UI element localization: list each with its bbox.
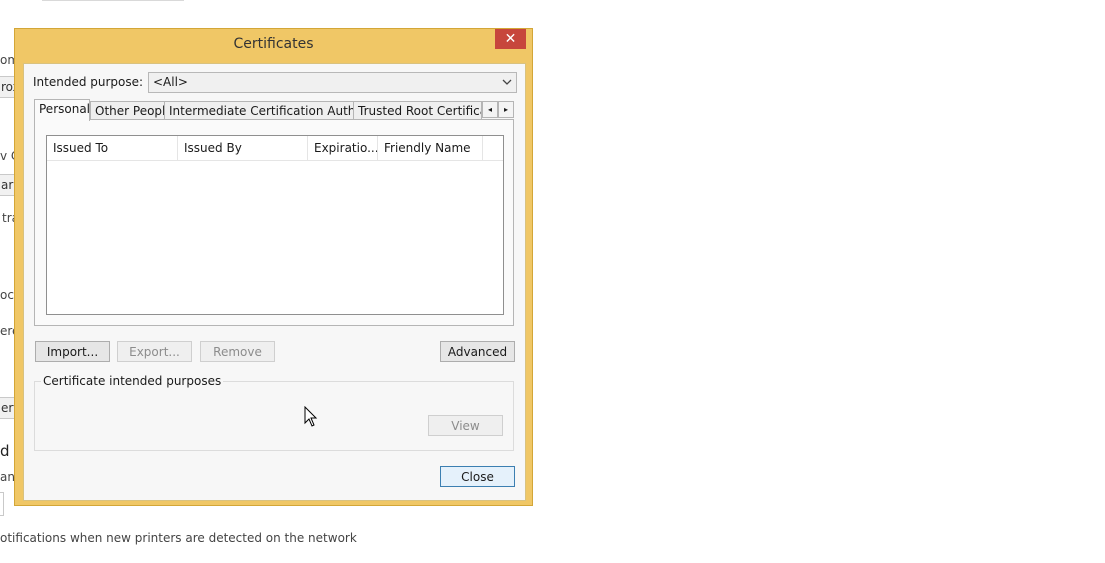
tab-intermediate-ca[interactable]: Intermediate Certification Authorities — [164, 101, 355, 121]
view-button[interactable]: View — [428, 415, 503, 436]
background-top-field — [42, 0, 184, 1]
import-button[interactable]: Import... — [35, 341, 110, 362]
dialog-client-area: Intended purpose: <All> Personal Other P… — [23, 63, 526, 501]
column-issued-by[interactable]: Issued By — [178, 136, 308, 160]
column-expiration[interactable]: Expiratio... — [308, 136, 378, 160]
advanced-button[interactable]: Advanced — [440, 341, 515, 362]
intended-purpose-select[interactable]: <All> — [148, 72, 517, 93]
intended-purpose-label: Intended purpose: — [33, 75, 144, 89]
tab-other-people[interactable]: Other People — [90, 101, 166, 121]
column-issued-to[interactable]: Issued To — [47, 136, 178, 160]
certificate-purposes-group: Certificate intended purposes View — [34, 374, 514, 451]
mouse-pointer-icon — [304, 405, 318, 431]
certificates-dialog: Certificates ✕ Intended purpose: <All> P… — [14, 28, 533, 506]
tab-personal[interactable]: Personal — [34, 99, 90, 121]
intended-purpose-value: <All> — [153, 75, 188, 89]
certificate-purposes-label: Certificate intended purposes — [41, 374, 224, 388]
close-button[interactable]: Close — [440, 466, 515, 487]
dialog-title: Certificates — [233, 36, 314, 52]
tab-trusted-root-ca[interactable]: Trusted Root Certification — [353, 101, 482, 121]
tab-scroll-left-icon[interactable]: ◂ — [482, 101, 498, 118]
certificate-list[interactable]: Issued To Issued By Expiratio... Friendl… — [46, 135, 504, 315]
tab-scroll-right-icon[interactable]: ▸ — [498, 101, 514, 118]
close-icon[interactable]: ✕ — [495, 29, 526, 49]
certificate-tabs: Personal Other People Intermediate Certi… — [34, 99, 515, 121]
list-header: Issued To Issued By Expiratio... Friendl… — [47, 136, 503, 161]
remove-button[interactable]: Remove — [200, 341, 275, 362]
chevron-down-icon — [502, 73, 512, 94]
personal-tab-panel: Issued To Issued By Expiratio... Friendl… — [34, 119, 514, 326]
background-input-fragment — [0, 492, 4, 516]
export-button[interactable]: Export... — [117, 341, 192, 362]
column-friendly-name[interactable]: Friendly Name — [378, 136, 483, 160]
printer-notifications-text: otifications when new printers are detec… — [0, 531, 357, 545]
